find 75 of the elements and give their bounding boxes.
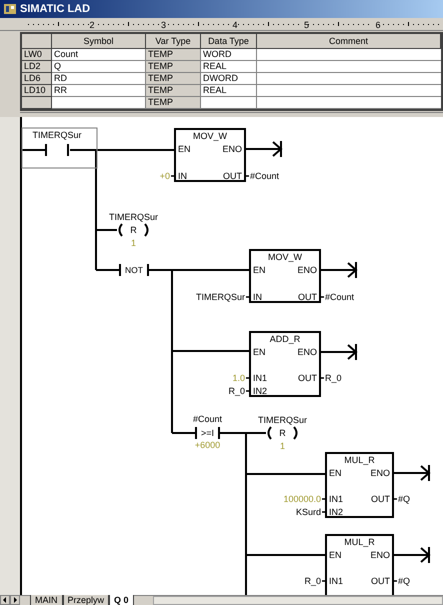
data-type-cell: REAL [201,61,257,73]
operand-label: KSurd [296,507,321,517]
pin-label: EN [329,550,342,560]
sheet-tab[interactable]: MAIN [30,595,62,605]
coil-type: R [279,428,286,438]
ruler-number: 5 [304,20,309,30]
pin-label: IN1 [329,494,344,504]
data-type-cell: DWORD [201,73,257,85]
pin-label: IN [178,171,187,181]
var-type-cell: TEMP [146,97,201,109]
operand-label: #Count [325,292,354,302]
ruler-number: 2 [90,20,94,30]
var-type-cell: TEMP [146,61,201,73]
operand-label: #Count [192,414,222,424]
operand-label: #Count [250,171,280,181]
operand-label: #Q [398,576,410,586]
var-type-cell: TEMP [146,85,201,97]
operand-label: R_0 [228,386,245,396]
pin-label: ENO [297,265,317,275]
pin-label: OUT [371,494,390,504]
coil-type: R [130,225,137,235]
operand-label: R_0 [304,576,321,586]
pin-label: ENO [222,144,242,154]
constant-value: 1 [280,441,285,451]
pin-label: OUT [223,171,242,181]
pin-label: IN1 [329,576,344,586]
window-title: SIMATIC LAD [20,2,90,17]
operand-label: #Q [398,494,410,504]
address-cell: LD6 [22,73,52,85]
sheet-tab[interactable]: Przeplyw [62,595,110,605]
pin-label: IN [253,292,262,302]
ruler-number: 4 [232,20,238,30]
box-title: ADD_R [270,334,300,344]
pin-label: ENO [370,550,390,560]
compare-operator: >=I [201,428,214,438]
pin-label: EN [178,144,191,154]
pin-label: OUT [371,576,390,586]
constant-value: +6000 [194,440,220,450]
column-header: Symbol [52,34,146,49]
pin-label: ENO [297,347,317,357]
column-header: Data Type [201,34,257,49]
operand-label: TIMERQSur [109,212,158,222]
box-title: MUL_R [344,455,375,465]
constant-value: 1 [131,238,136,248]
address-cell: LD2 [22,61,52,73]
operand-label: TIMERQSur [196,292,245,302]
box-title: MOV_W [268,252,302,262]
pin-label: IN2 [329,507,344,517]
address-cell: LW0 [22,49,52,61]
box-title: MUL_R [344,537,375,547]
sheet-tab[interactable]: Q 0 [109,595,134,605]
address-cell: LD10 [22,85,52,97]
pin-label: ENO [370,468,390,478]
column-header: Comment [257,34,441,49]
not-label: NOT [125,265,143,275]
constant-value: +0 [160,171,170,181]
data-type-cell: REAL [201,85,257,97]
data-type-cell: WORD [201,49,257,61]
pin-label: EN [253,265,266,275]
column-header: Var Type [146,34,201,49]
pin-label: OUT [298,373,317,383]
operand-label: TIMERQSur [32,130,82,140]
operand-label: TIMERQSur [258,415,307,425]
var-type-cell: TEMP [146,73,201,85]
constant-value: 1.0 [232,373,245,383]
pin-label: IN2 [253,386,268,396]
pin-label: OUT [298,292,317,302]
operand-label: R_0 [325,373,342,383]
pin-label: EN [329,468,342,478]
var-type-cell: TEMP [146,49,201,61]
pin-label: EN [253,347,266,357]
constant-value: 100000.0 [283,494,321,504]
pin-label: IN1 [253,373,268,383]
box-title: MOV_W [193,131,227,141]
ruler-number: 3 [161,20,166,30]
